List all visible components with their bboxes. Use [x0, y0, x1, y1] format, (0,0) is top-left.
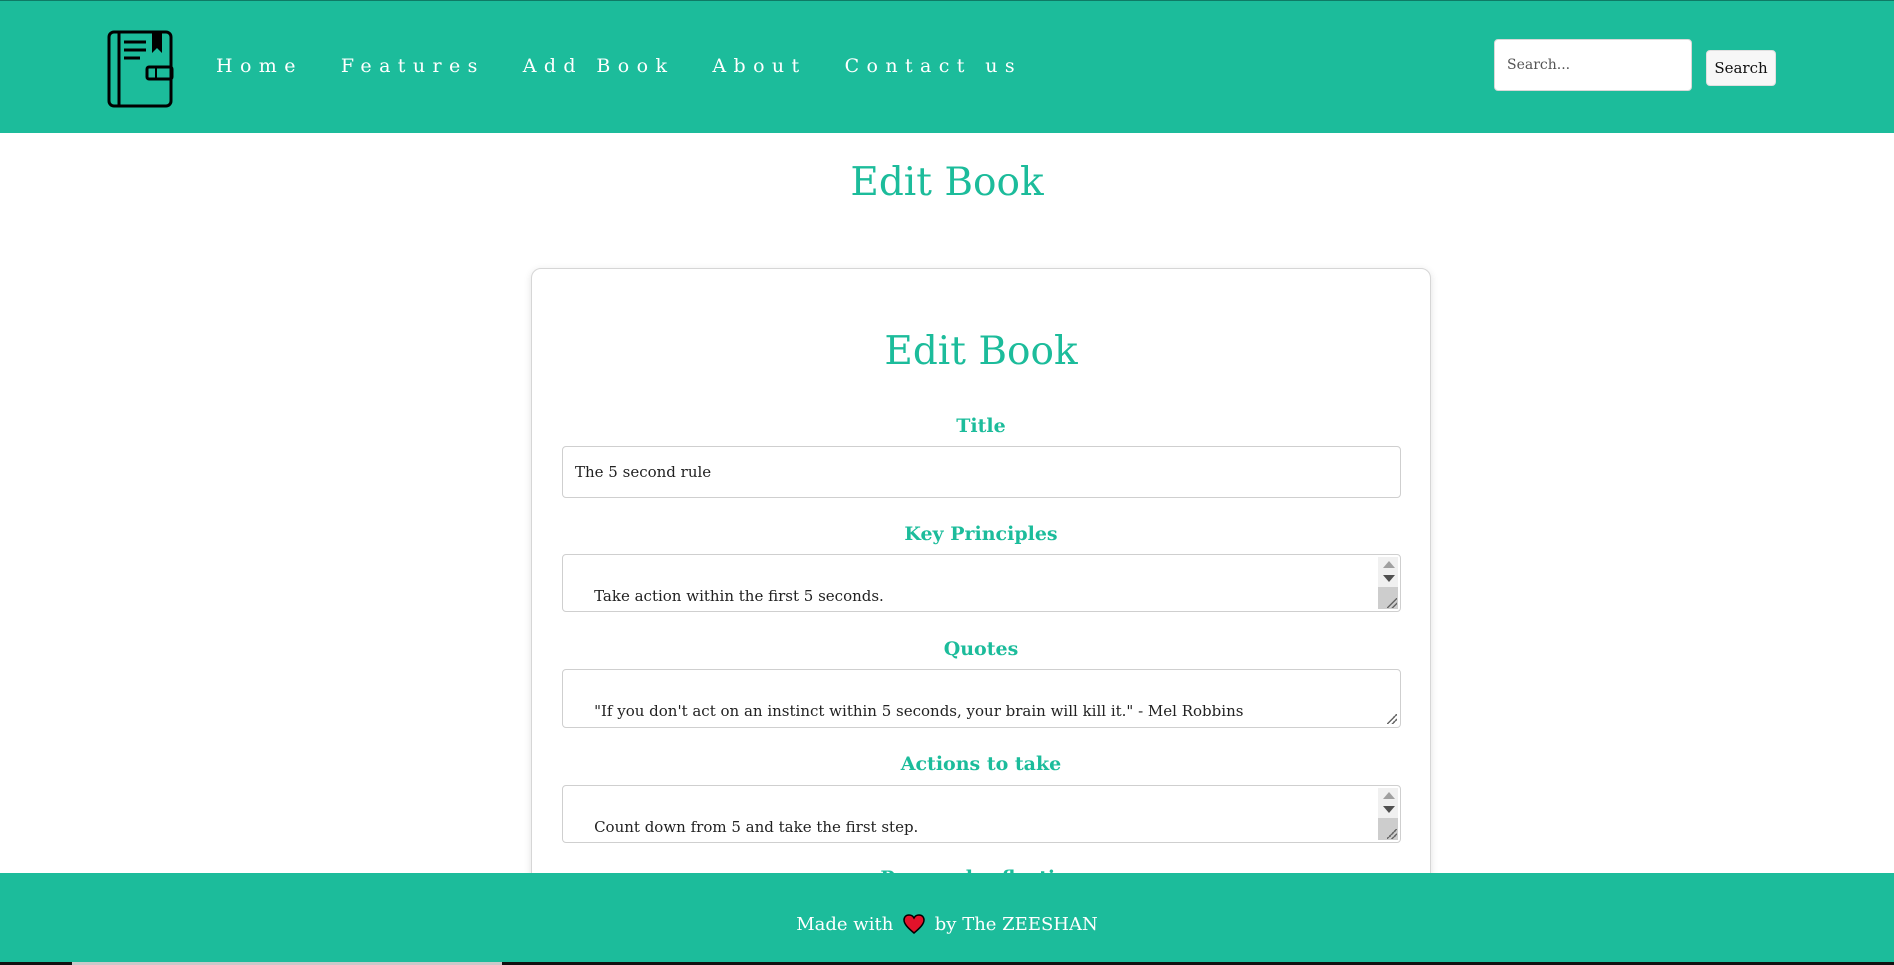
- key-principles-textarea[interactable]: Take action within the first 5 seconds. …: [562, 554, 1401, 612]
- footer-text-after: by The ZEESHAN: [934, 914, 1098, 935]
- resize-grip-icon[interactable]: [1387, 714, 1397, 724]
- title-input[interactable]: The 5 second rule: [562, 446, 1401, 498]
- nav-link-about[interactable]: About: [712, 55, 806, 77]
- form-title: Edit Book: [884, 329, 1078, 374]
- quotes-text: "If you don't act on an instinct within …: [594, 702, 1244, 720]
- scroll-up-icon[interactable]: [1383, 792, 1395, 799]
- nav-link-features[interactable]: Features: [341, 55, 485, 77]
- footer-text-before: Made with: [796, 914, 894, 935]
- scroll-down-icon[interactable]: [1383, 575, 1395, 582]
- page-title: Edit Book: [850, 160, 1044, 205]
- nav-link-home[interactable]: Home: [216, 55, 303, 77]
- title-label: Title: [956, 415, 1006, 437]
- quotes-textarea[interactable]: "If you don't act on an instinct within …: [562, 669, 1401, 728]
- heart-icon: [903, 914, 925, 934]
- nav-links: Home Features Add Book About Contact us: [216, 55, 1060, 77]
- scroll-up-icon[interactable]: [1383, 561, 1395, 568]
- footer: Made with by The ZEESHAN: [0, 873, 1894, 965]
- quotes-label: Quotes: [943, 638, 1019, 660]
- edit-book-form-card: Edit Book Title The 5 second rule Key Pr…: [531, 268, 1431, 948]
- nav-link-add-book[interactable]: Add Book: [523, 55, 675, 77]
- resize-grip-icon[interactable]: [1387, 598, 1397, 608]
- key-principles-label: Key Principles: [904, 523, 1058, 545]
- actions-textarea[interactable]: Count down from 5 and take the first ste…: [562, 785, 1401, 843]
- scroll-down-icon[interactable]: [1383, 806, 1395, 813]
- search-button[interactable]: Search: [1706, 50, 1776, 86]
- nav-link-contact-us[interactable]: Contact us: [845, 55, 1022, 77]
- resize-grip-icon[interactable]: [1387, 829, 1397, 839]
- key-principles-text: Take action within the first 5 seconds. …: [575, 587, 884, 611]
- book-icon[interactable]: [106, 29, 174, 109]
- actions-label: Actions to take: [900, 753, 1062, 775]
- actions-text: Count down from 5 and take the first ste…: [575, 818, 919, 842]
- navbar: Home Features Add Book About Contact us …: [0, 0, 1894, 133]
- search-input[interactable]: [1494, 39, 1692, 91]
